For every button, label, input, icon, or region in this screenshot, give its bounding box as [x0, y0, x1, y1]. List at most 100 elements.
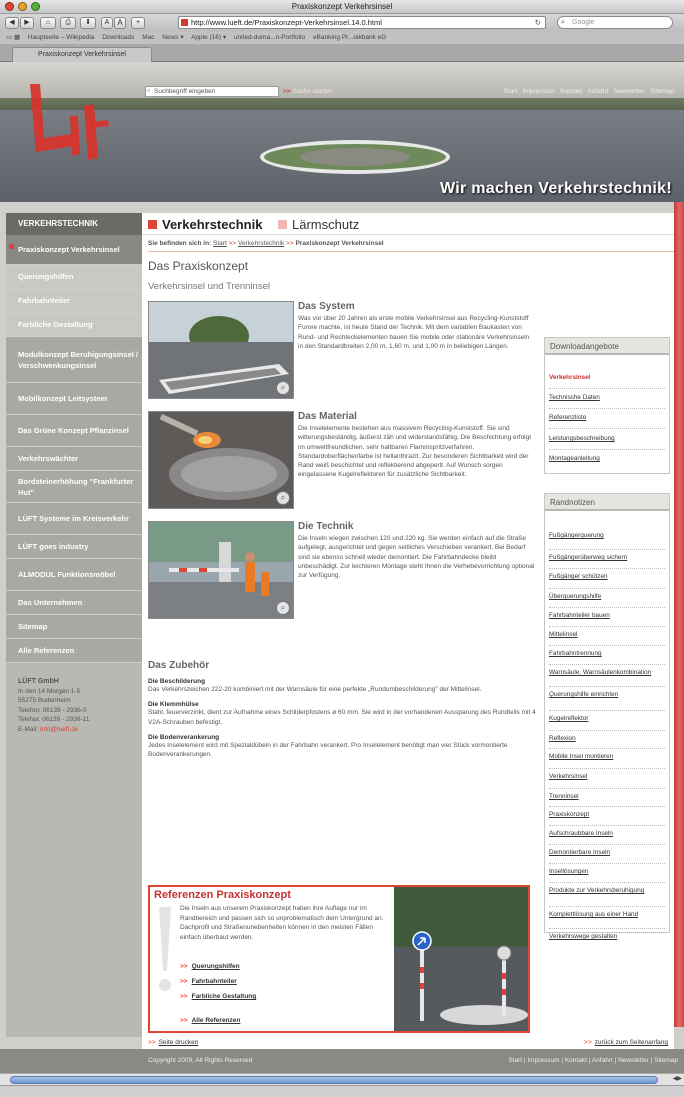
download-leistungsbeschreibung[interactable]: Leistungsbeschreibung — [545, 435, 615, 443]
ref-link-farbliche-gestaltung[interactable]: >> Farbliche Gestaltung — [180, 993, 256, 1000]
randnotiz-link[interactable]: Überquerungshilfe — [545, 593, 663, 601]
sidebar-item-farbliche-gestaltung[interactable]: Farbliche Gestaltung — [6, 313, 142, 337]
text-bigger-button[interactable]: A — [114, 17, 126, 29]
download-referenzliste[interactable]: Referenzliste — [545, 414, 586, 422]
sidebar-item-industry[interactable]: LÜFT goes industry — [6, 535, 142, 559]
randnotiz-link[interactable]: Aufschraubbare Inseln — [545, 830, 663, 838]
bookmark-item[interactable]: Hauptseite – Wikipedia — [28, 34, 94, 41]
bookmark-item[interactable]: united-doma...n-Portfolio — [234, 34, 305, 41]
forward-button[interactable]: ▶ — [20, 17, 34, 29]
sidebar-item-gruene-konzept[interactable]: Das Grüne Konzept Pflanzinsel — [6, 415, 142, 447]
randnotiz-link[interactable]: Demontierbare Inseln — [545, 849, 663, 857]
randnotiz-link[interactable]: Verkehrsinsel — [545, 773, 663, 781]
search-start-button[interactable]: >> Suche starten — [283, 86, 333, 97]
reload-icon[interactable]: ↻ — [535, 17, 541, 28]
sidebar-item-unternehmen[interactable]: Das Unternehmen — [6, 591, 142, 615]
bookmarks-icon[interactable]: ▭ ▦ — [6, 34, 20, 41]
footer-link-anfahrt[interactable]: Anfahrt — [592, 1057, 613, 1064]
print-button[interactable]: ⎙ — [60, 17, 76, 29]
lueft-logo[interactable] — [10, 76, 120, 186]
randnotiz-link[interactable]: Insellösungen — [545, 868, 663, 876]
randnotiz-link[interactable]: Fahrbahnteiler bauen — [545, 612, 663, 620]
sidebar-item-mobilkonzept[interactable]: Mobilkonzept Leitsystem — [6, 383, 142, 415]
print-link[interactable]: >> Seite drucken — [148, 1037, 198, 1049]
scroll-arrows-icon[interactable]: ◀▶ — [673, 1075, 682, 1082]
browser-tab-active[interactable]: Praxiskonzept Verkehrsinsel — [12, 47, 152, 62]
randnotiz-link[interactable]: Fußgänger schützen — [545, 573, 663, 581]
topnav-impressum[interactable]: Impressum — [523, 88, 555, 95]
ref-link-fahrbahnteiler[interactable]: >> Fahrbahnteiler — [180, 978, 237, 985]
zoom-icon[interactable]: ⌕ — [276, 381, 290, 395]
scrollbar-thumb[interactable] — [10, 1076, 658, 1084]
sidebar-item-almodul[interactable]: ALMODUL Funktionsmöbel — [6, 559, 142, 591]
sidebar-item-fahrbahnteiler[interactable]: Fahrbahnteiler — [6, 289, 142, 313]
sidebar-item-praxiskonzept[interactable]: Praxiskonzept Verkehrsinsel — [6, 235, 142, 265]
back-to-top-link[interactable]: >> zurück zum Seitenanfang — [584, 1037, 668, 1049]
download-verkehrsinsel[interactable]: Verkehrsinsel — [545, 374, 591, 382]
footer-link-start[interactable]: Start — [508, 1057, 522, 1064]
randnotiz-link[interactable]: Produkte zur Verkehrsberuhigung — [545, 887, 663, 895]
tab-verkehrstechnik[interactable]: Verkehrstechnik — [148, 218, 262, 232]
bookmark-item[interactable]: News ▾ — [162, 34, 183, 41]
breadcrumb-start[interactable]: Start — [213, 240, 227, 247]
sidebar-item-alle-referenzen[interactable]: Alle Referenzen — [6, 639, 142, 663]
page-subtitle: Verkehrsinsel und Trenninsel — [148, 281, 270, 292]
topnav-sitemap[interactable]: Sitemap — [650, 88, 674, 95]
bookmark-item[interactable]: Mac — [142, 34, 154, 41]
company-email-link[interactable]: info@lueft.de — [40, 726, 78, 733]
footer-link-sitemap[interactable]: Sitemap — [654, 1057, 678, 1064]
randnotiz-link[interactable]: Fußgängerquerung — [545, 532, 663, 540]
ref-link-querungshilfen[interactable]: >> Querungshilfen — [180, 963, 240, 970]
text-smaller-button[interactable]: A — [101, 17, 113, 29]
footer-link-kontakt[interactable]: Kontakt — [565, 1057, 587, 1064]
footer-link-newsletter[interactable]: Newsletter — [618, 1057, 649, 1064]
sidebar-item-sitemap[interactable]: Sitemap — [6, 615, 142, 639]
sidebar-item-bordsteinerhoehung[interactable]: Bordsteinerhöhung "Frankfurter Hut" — [6, 471, 142, 503]
ref-link-alle-referenzen[interactable]: >> Alle Referenzen — [180, 1017, 240, 1024]
photo-material[interactable]: ⌕ — [148, 411, 294, 509]
address-bar[interactable]: http://www.lueft.de/Praxiskonzept-Verkeh… — [178, 16, 546, 29]
randnotiz-link[interactable]: Verkehrswege gestalten — [545, 933, 663, 941]
sidebar-item-verkehrswaechter[interactable]: Verkehrswächter — [6, 447, 142, 471]
photo-technik[interactable]: ⌕ — [148, 521, 294, 619]
topnav-anfahrt[interactable]: Anfahrt — [587, 88, 608, 95]
randnotiz-link[interactable]: Fahrbahntrennung — [545, 650, 663, 658]
randnotiz-link[interactable]: Mittelinsel — [545, 631, 663, 639]
randnotiz-link[interactable]: Trenninsel — [545, 793, 663, 801]
download-button[interactable]: ⬇ — [80, 17, 96, 29]
breadcrumb-verkehrstechnik[interactable]: Verkehrstechnik — [238, 240, 284, 247]
add-bookmark-button[interactable]: + — [131, 17, 145, 29]
sidebar-item-modulkonzept[interactable]: Modulkonzept Beruhigungsinsel / Verschwe… — [6, 337, 142, 383]
randnotiz-link[interactable]: Kugelreflektor — [545, 715, 663, 723]
separator — [549, 588, 665, 589]
main-content: Verkehrstechnik Lärmschutz Sie befinden … — [142, 213, 674, 1037]
topnav-newsletter[interactable]: Newsletter — [614, 88, 645, 95]
randnotiz-link[interactable]: Reflexion — [545, 735, 663, 743]
zoom-icon[interactable]: ⌕ — [276, 601, 290, 615]
tab-laermschutz[interactable]: Lärmschutz — [278, 218, 359, 232]
topnav-kontakt[interactable]: Kontakt — [560, 88, 582, 95]
download-technische-daten[interactable]: Technische Daten — [545, 394, 600, 402]
randnotiz-link[interactable]: Praxiskonzept — [545, 811, 663, 819]
sidebar-item-kreisverkehr[interactable]: LÜFT Systeme im Kreisverkehr — [6, 503, 142, 535]
randnotiz-link[interactable]: Komplettlösung aus einer Hand — [545, 911, 663, 919]
bookmark-item[interactable]: eBanking Pr...oikbank eG — [313, 34, 386, 41]
site-search-input[interactable]: ⌕ Suchbegriff eingeben — [145, 86, 279, 97]
bookmark-item[interactable]: Apple (16) ▾ — [191, 34, 226, 41]
breadcrumb-current: Praxiskonzept Verkehrsinsel — [295, 240, 384, 247]
download-montageanleitung[interactable]: Montageanleitung — [545, 455, 600, 463]
sidebar-item-querungshilfen[interactable]: Querungshilfen — [6, 265, 142, 289]
topnav-start[interactable]: Start — [503, 88, 517, 95]
back-button[interactable]: ◀ — [5, 17, 19, 29]
browser-search-field[interactable]: ⌕ Google — [557, 16, 673, 29]
randnotiz-link[interactable]: Warnsäule, Warnsäulenkombination — [545, 669, 663, 677]
zoom-icon[interactable]: ⌕ — [276, 491, 290, 505]
home-button[interactable]: ⌂ — [40, 17, 56, 29]
horizontal-scrollbar[interactable]: ◀▶ — [0, 1073, 684, 1085]
bookmark-item[interactable]: Downloads — [102, 34, 134, 41]
randnotiz-link[interactable]: Fußgängerüberweg sichern — [545, 554, 663, 562]
randnotiz-link[interactable]: Querungshilfe einrichten — [545, 691, 663, 699]
randnotiz-link[interactable]: Mobile Insel montieren — [545, 753, 663, 761]
photo-system[interactable]: ⌕ — [148, 301, 294, 399]
footer-link-impressum[interactable]: Impressum — [527, 1057, 559, 1064]
